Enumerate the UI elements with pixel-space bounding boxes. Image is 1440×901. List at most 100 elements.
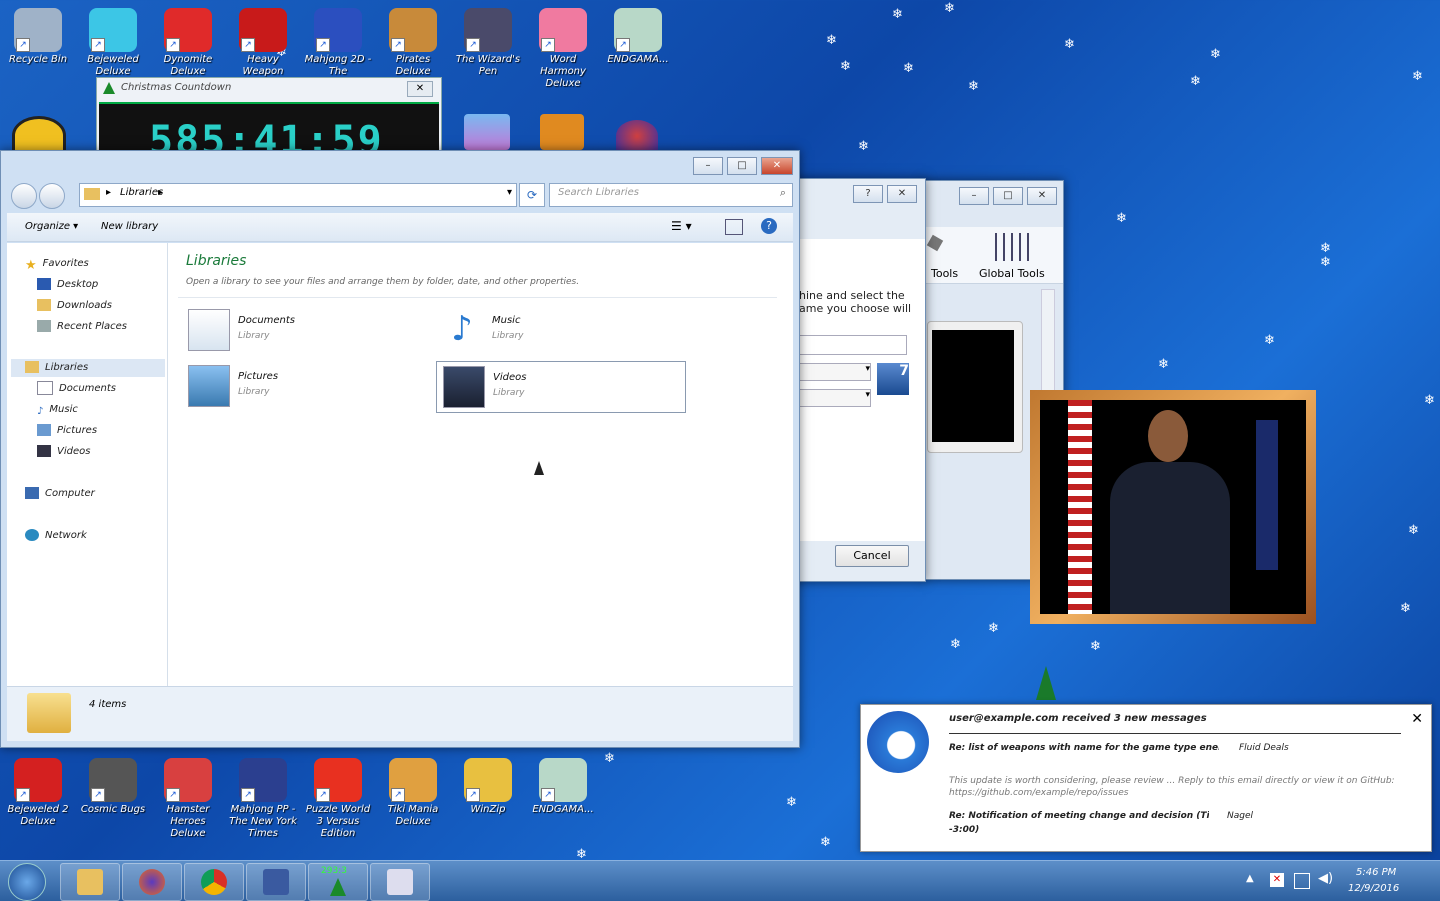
- action-center-icon[interactable]: ✕: [1270, 873, 1284, 887]
- tray-arrow-icon[interactable]: ▲: [1246, 873, 1254, 884]
- notification-close-button[interactable]: ✕: [1411, 711, 1423, 727]
- search-placeholder: Search Libraries: [558, 187, 639, 198]
- command-bar: Organize ▾ New library ☰ ▾ ?: [7, 213, 793, 242]
- view-options-icon[interactable]: ☰ ▾: [671, 219, 692, 233]
- name-input[interactable]: [799, 335, 907, 355]
- taskbar-firefox[interactable]: [122, 863, 182, 901]
- desktop-shortcut[interactable]: ↗ Word Harmony Deluxe: [527, 8, 599, 90]
- navigation-pane: ★ Favorites Desktop Downloads Recent Plac…: [7, 243, 168, 687]
- close-button[interactable]: ✕: [1027, 187, 1057, 205]
- message-1-subject[interactable]: Re: list of weapons with name for the ga…: [949, 743, 1219, 753]
- clock-date[interactable]: 12/9/2016: [1348, 883, 1399, 894]
- desktop-shortcut[interactable]: ↗ WinZip: [452, 758, 524, 816]
- desktop-shortcut[interactable]: ↗ Tiki Mania Deluxe: [377, 758, 449, 828]
- desktop-shortcut-label: Puzzle World 3 Versus Edition: [305, 804, 371, 839]
- shortcut-arrow-icon: ↗: [316, 788, 330, 802]
- nav-favorites[interactable]: ★ Favorites: [25, 255, 89, 273]
- volume-icon[interactable]: ◀): [1318, 871, 1333, 886]
- snowflake: ❄: [1090, 639, 1101, 654]
- clock-time[interactable]: 5:46 PM: [1356, 867, 1396, 878]
- library-pictures[interactable]: Pictures Library: [182, 361, 430, 411]
- snowflake: ❄: [1320, 241, 1331, 256]
- message-2-subject[interactable]: Re: Notification of meeting change and d…: [949, 811, 1209, 821]
- desktop-shortcut[interactable]: ↗ Recycle Bin: [2, 8, 74, 66]
- library-videos[interactable]: Videos Library: [436, 361, 686, 413]
- cocktail-icon[interactable]: [464, 114, 510, 150]
- desktop-shortcut[interactable]: ↗ Puzzle World 3 Versus Edition: [302, 758, 374, 840]
- desktop-shortcut[interactable]: ↗ Bejeweled 2 Deluxe: [2, 758, 74, 828]
- chevron-down-icon[interactable]: ▾: [507, 187, 512, 198]
- countdown-gadget: Christmas Countdown ✕ 585:41:59: [96, 77, 442, 164]
- message-1-body: This update is worth considering, please…: [949, 776, 1395, 798]
- cancel-button[interactable]: Cancel: [835, 545, 909, 567]
- maximize-button[interactable]: □: [727, 157, 757, 175]
- bowling-icon[interactable]: [616, 120, 658, 152]
- snowflake: ❄: [1190, 74, 1201, 89]
- network-tray-icon[interactable]: [1294, 873, 1310, 889]
- desktop-shortcut[interactable]: ↗ Cosmic Bugs: [77, 758, 149, 816]
- divider: [949, 733, 1401, 734]
- nav-recent[interactable]: Recent Places: [37, 318, 127, 336]
- desktop-shortcut[interactable]: ↗ Mahjong PP - The New York Times: [227, 758, 299, 840]
- maximize-button[interactable]: □: [993, 187, 1023, 205]
- music-library-icon: ♪: [451, 309, 473, 349]
- nav-videos[interactable]: Videos: [37, 443, 90, 461]
- desktop-shortcut[interactable]: ↗ Heavy Weapon: [227, 8, 299, 78]
- box-icon[interactable]: [540, 114, 584, 150]
- start-button[interactable]: [8, 863, 46, 901]
- app-icon: ↗: [239, 8, 287, 52]
- snowflake: ❄: [1158, 357, 1169, 372]
- nav-downloads[interactable]: Downloads: [37, 297, 112, 315]
- desktop-shortcut[interactable]: ↗ The Wizard's Pen: [452, 8, 524, 78]
- help-icon[interactable]: ?: [761, 218, 777, 234]
- new-library-button[interactable]: New library: [101, 221, 158, 232]
- taskbar-setup[interactable]: [370, 863, 430, 901]
- global-tools-button[interactable]: Global Tools: [977, 231, 1049, 280]
- search-icon[interactable]: ⌕: [780, 186, 786, 200]
- nav-desktop[interactable]: Desktop: [37, 276, 98, 294]
- help-button[interactable]: ?: [853, 185, 883, 203]
- documents-library-icon: [188, 309, 230, 351]
- library-documents[interactable]: Documents Library: [182, 305, 430, 355]
- dropdown-1[interactable]: ▾: [799, 363, 871, 381]
- desktop-shortcut[interactable]: ↗ Mahjong 2D - The: [302, 8, 374, 78]
- minimize-button[interactable]: –: [959, 187, 989, 205]
- nav-libraries[interactable]: Libraries: [25, 359, 88, 377]
- back-button[interactable]: [11, 183, 37, 209]
- mail-notification[interactable]: ✕ user@example.com received 3 new messag…: [860, 704, 1432, 852]
- desktop-shortcut[interactable]: ↗ Pirates Deluxe: [377, 8, 449, 78]
- close-button[interactable]: ✕: [887, 185, 917, 203]
- search-input[interactable]: Search Libraries ⌕: [549, 183, 793, 207]
- desktop-shortcut[interactable]: ↗ Bejeweled Deluxe: [77, 8, 149, 78]
- nav-computer[interactable]: Computer: [25, 485, 95, 503]
- tools-button[interactable]: Tools: [926, 231, 973, 280]
- address-path[interactable]: Libraries: [120, 187, 163, 198]
- desktop-shortcut-label: Dynomite Deluxe: [163, 54, 213, 77]
- suit: [1110, 462, 1230, 614]
- taskbar-chrome[interactable]: [184, 863, 244, 901]
- close-button[interactable]: ✕: [761, 157, 793, 175]
- refresh-button[interactable]: ⟳: [519, 183, 545, 207]
- taskbar-explorer[interactable]: [60, 863, 120, 901]
- forward-button[interactable]: [39, 183, 65, 209]
- desktop-shortcut[interactable]: ↗ ENDGAMA...: [602, 8, 674, 66]
- recent-places-icon: [37, 320, 51, 332]
- desktop-shortcut[interactable]: ↗ ENDGAMA...: [527, 758, 599, 816]
- desktop-shortcut[interactable]: ↗ Hamster Heroes Deluxe: [152, 758, 224, 840]
- minimize-button[interactable]: –: [693, 157, 723, 175]
- dropdown-2[interactable]: ▾: [799, 389, 871, 407]
- desktop-shortcut[interactable]: ↗ Dynomite Deluxe: [152, 8, 224, 78]
- nav-music[interactable]: ♪ Music: [37, 401, 78, 419]
- taskbar-countdown[interactable]: 293:3: [308, 863, 368, 901]
- library-music[interactable]: ♪ Music Library: [436, 305, 684, 355]
- desktop-shortcut-label: Mahjong PP - The New York Times: [229, 804, 297, 839]
- nav-pictures[interactable]: Pictures: [37, 422, 97, 440]
- nav-network[interactable]: Network: [25, 527, 87, 545]
- address-bar[interactable]: ▸ Libraries ▸ ▾: [79, 183, 517, 207]
- gadget-close-button[interactable]: ✕: [407, 81, 433, 97]
- taskbar-virtualbox[interactable]: [246, 863, 306, 901]
- preview-pane-icon[interactable]: [725, 219, 743, 235]
- organize-button[interactable]: Organize ▾: [25, 221, 78, 232]
- folder-icon: [84, 188, 100, 200]
- nav-documents[interactable]: Documents: [37, 380, 116, 398]
